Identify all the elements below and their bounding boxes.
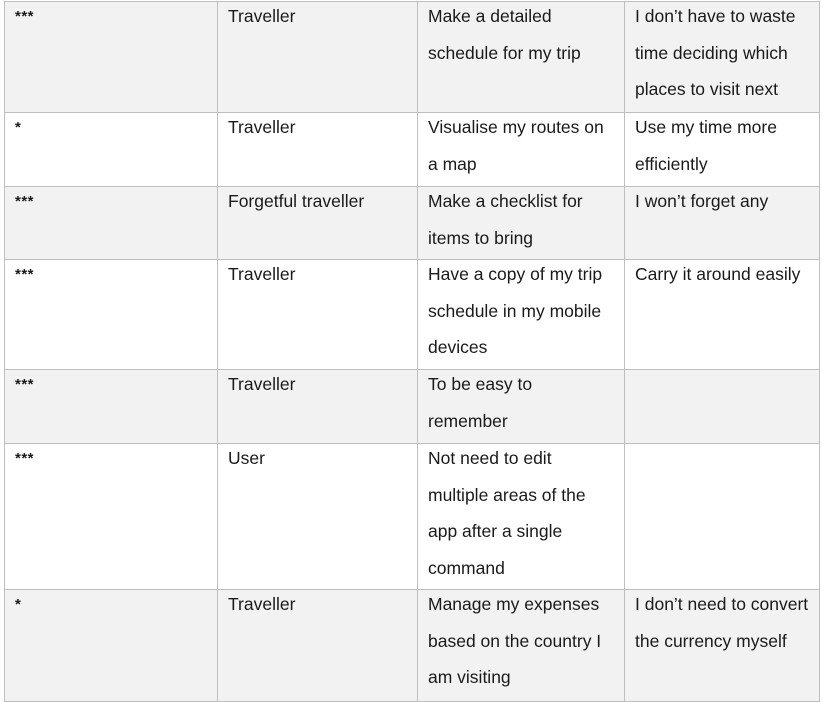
table-row: *** Forgetful traveller Make a checklist… — [4, 186, 820, 260]
as-a-cell: Traveller — [217, 112, 418, 187]
i-want-to-cell: Manage my expenses based on the country … — [417, 589, 625, 702]
i-want-to-cell: Not need to edit multiple areas of the a… — [417, 443, 625, 590]
priority-cell: *** — [4, 369, 218, 444]
priority-cell: * — [4, 112, 218, 187]
priority-cell: *** — [4, 186, 218, 260]
priority-cell: * — [4, 589, 218, 702]
table-row: *** User Not need to edit multiple areas… — [4, 443, 820, 590]
i-want-to-cell: Make a checklist for items to bring — [417, 186, 625, 260]
priority-cell: *** — [4, 443, 218, 590]
i-want-to-cell: To be easy to remember — [417, 369, 625, 444]
as-a-cell: Forgetful traveller — [217, 186, 418, 260]
table-row: * Traveller Manage my expenses based on … — [4, 589, 820, 702]
priority-cell: *** — [4, 1, 218, 113]
so-that-cell: I don’t need to convert the currency mys… — [624, 589, 820, 702]
priority-cell: *** — [4, 259, 218, 370]
table-row: * Traveller Visualise my routes on a map… — [4, 112, 820, 187]
i-want-to-cell: Visualise my routes on a map — [417, 112, 625, 187]
table-row: *** Traveller Make a detailed schedule f… — [4, 1, 820, 113]
user-stories-table: *** Traveller Make a detailed schedule f… — [4, 1, 820, 702]
as-a-cell: Traveller — [217, 259, 418, 370]
as-a-cell: User — [217, 443, 418, 590]
as-a-cell: Traveller — [217, 369, 418, 444]
table-row: *** Traveller To be easy to remember — [4, 369, 820, 444]
as-a-cell: Traveller — [217, 589, 418, 702]
so-that-cell: Use my time more efficiently — [624, 112, 820, 187]
so-that-cell: I don’t have to waste time deciding whic… — [624, 1, 820, 113]
i-want-to-cell: Make a detailed schedule for my trip — [417, 1, 625, 113]
i-want-to-cell: Have a copy of my trip schedule in my mo… — [417, 259, 625, 370]
as-a-cell: Traveller — [217, 1, 418, 113]
so-that-cell — [624, 443, 820, 590]
so-that-cell: I won’t forget any — [624, 186, 820, 260]
so-that-cell — [624, 369, 820, 444]
so-that-cell: Carry it around easily — [624, 259, 820, 370]
table-row: *** Traveller Have a copy of my trip sch… — [4, 259, 820, 370]
